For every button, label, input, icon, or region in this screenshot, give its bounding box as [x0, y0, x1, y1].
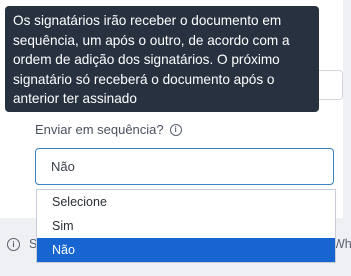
info-circle-icon: i: [7, 238, 20, 251]
select-dropdown-list: Selecione Sim Não: [36, 189, 336, 263]
background-input-partial: [317, 70, 343, 100]
info-circle-icon[interactable]: i: [169, 123, 182, 136]
dropdown-option-selecione[interactable]: Selecione: [37, 190, 335, 214]
dropdown-option-nao[interactable]: Não: [37, 238, 335, 262]
send-in-sequence-label-text: Enviar em sequência?: [35, 122, 164, 137]
send-in-sequence-select[interactable]: Não: [35, 148, 334, 185]
tooltip-text: Os signatários irão receber o documento …: [13, 13, 290, 106]
select-current-value: Não: [51, 159, 75, 174]
dropdown-option-sim[interactable]: Sim: [37, 214, 335, 238]
sequence-info-tooltip: Os signatários irão receber o documento …: [5, 6, 319, 112]
send-in-sequence-label: Enviar em sequência? i: [35, 122, 182, 137]
